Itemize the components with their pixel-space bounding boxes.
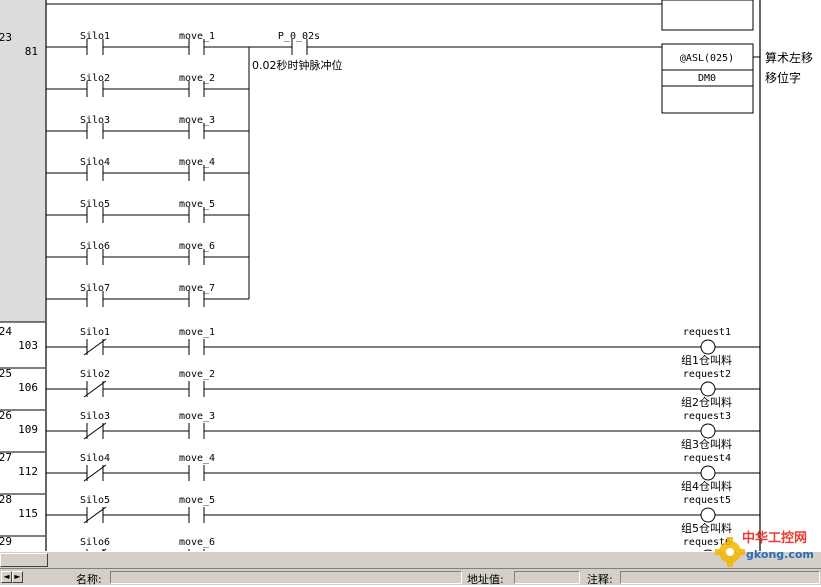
coil-request5[interactable] [700,507,716,523]
coil-label: request5 [683,495,731,506]
scroll-left-button[interactable]: ◄ [1,571,12,583]
coil-comment: 组2仓叫料 [681,395,732,409]
contact-label: Silo5 [80,199,110,210]
contact-label: move_3 [179,115,215,126]
contact-label: move_1 [179,31,215,42]
contact-move_5[interactable] [188,507,205,523]
contact-label: Silo2 [80,369,110,380]
contact-label: move_2 [179,369,215,380]
contact-move_1[interactable] [188,339,205,355]
contact-move_3[interactable] [188,423,205,439]
rung-number: 27 [0,451,12,464]
contact-label: Silo5 [80,495,110,506]
gear-icon [715,537,745,567]
coil-request1[interactable] [700,339,716,355]
contact-label: move_5 [179,199,215,210]
instruction-name: @ASL(025) [680,53,734,64]
contact-label: Silo1 [80,327,110,338]
coil-comment: 组1仓叫料 [681,353,732,367]
contact-label: Silo4 [80,453,110,464]
contact-label: Silo1 [80,31,110,42]
arrow-left-icon: ◄ [3,572,10,581]
scroll-right-button[interactable]: ► [12,571,23,583]
contact-move_4[interactable] [188,465,205,481]
contact-comment: 0.02秒时钟脉冲位 [252,58,343,72]
horizontal-scrollbar[interactable] [0,551,821,568]
contact-label: move_4 [179,157,215,168]
status-bar: ◄ ► 名称: 地址值: 注释: [0,568,821,586]
comment-field[interactable] [620,571,820,584]
coil-request3[interactable] [700,423,716,439]
instruction-comment: 算术左移 [765,50,813,65]
step-number: 112 [18,465,38,478]
name-field[interactable] [110,571,462,584]
contact-label: move_6 [179,537,215,548]
contact-label: Silo4 [80,157,110,168]
coil-request4[interactable] [700,465,716,481]
rung-number: 23 [0,31,12,44]
arrow-right-icon: ► [14,572,21,581]
contact-label: P_0_02s [278,31,320,42]
previous-instruction-block[interactable] [661,0,754,31]
coil-comment: 组4仓叫料 [681,479,732,493]
step-number: 115 [18,507,38,520]
rung-number: 29 [0,535,12,548]
coil-comment: 组3仓叫料 [681,437,732,451]
contact-label: Silo3 [80,411,110,422]
contact-label: Silo2 [80,73,110,84]
rung-number: 25 [0,367,12,380]
address-field[interactable] [514,571,580,584]
contact-label: Silo7 [80,283,110,294]
contact-label: Silo6 [80,241,110,252]
contact-silo5[interactable] [83,506,107,524]
contact-label: move_2 [179,73,215,84]
contact-label: Silo6 [80,537,110,548]
contact-label: move_4 [179,453,215,464]
step-number: 81 [25,45,38,58]
contact-move_2[interactable] [188,381,205,397]
coil-label: request1 [683,327,731,338]
contact-silo1[interactable] [83,338,107,356]
contact-label: move_6 [179,241,215,252]
contact-label: move_3 [179,411,215,422]
contact-label: move_1 [179,327,215,338]
scrollbar-thumb[interactable] [0,553,48,567]
contact-silo2[interactable] [83,380,107,398]
rung-number: 26 [0,409,12,422]
watermark-text: 中华工控网 [742,530,807,546]
instruction-comment: 移位字 [765,70,801,85]
coil-request2[interactable] [700,381,716,397]
contact-label: Silo3 [80,115,110,126]
instruction-operand: DM0 [698,73,716,84]
ladder-diagram[interactable]: 23 81 Silo1 move_1 Silo2 move_2 Silo3 move_3 Sil… [0,0,821,551]
watermark-url: gkong.com [746,548,814,561]
contact-silo3[interactable] [83,422,107,440]
site-watermark: 中华工控网 gkong.com [706,522,818,570]
rung-number: 28 [0,493,12,506]
step-number: 103 [18,339,38,352]
contact-label: move_5 [179,495,215,506]
step-number: 106 [18,381,38,394]
coil-label: request2 [683,369,731,380]
ladder-editor[interactable]: 23 81 Silo1 move_1 Silo2 move_2 Silo3 move_3 Sil… [0,0,821,551]
rung-gutter-23 [0,0,45,322]
coil-label: request3 [683,411,731,422]
contact-label: move_7 [179,283,215,294]
rung-number: 24 [0,325,12,338]
step-number: 109 [18,423,38,436]
coil-label: request4 [683,453,731,464]
contact-silo4[interactable] [83,464,107,482]
